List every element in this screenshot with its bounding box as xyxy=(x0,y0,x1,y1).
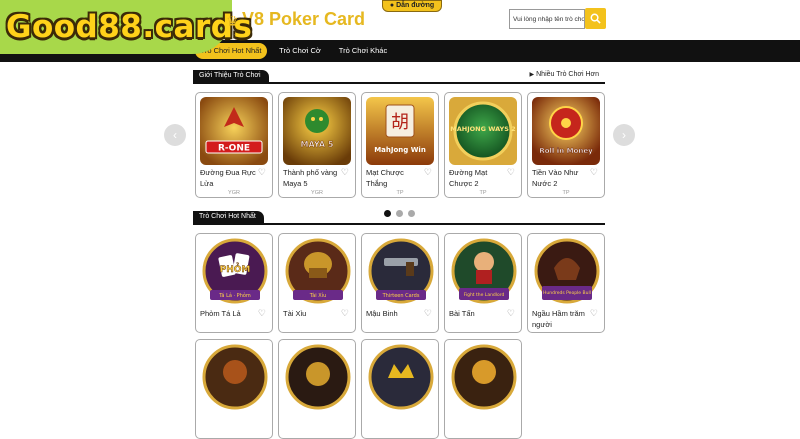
game-thumbnail: Thirteen Cards xyxy=(368,238,434,304)
more-games-label: Nhiều Trò Chơi Hơn xyxy=(536,71,599,78)
game-thumbnail: Hundreds People Bull xyxy=(534,238,600,304)
game-card[interactable] xyxy=(278,339,356,439)
tab-board-games[interactable]: Trò Chơi Cờ xyxy=(272,43,328,59)
game-card[interactable]: Roll in Money Tiền Vào Như Nước 2 ♡ TP xyxy=(527,92,605,198)
brand-logo-text: Good88.cards xyxy=(6,9,253,45)
thumbnail-art-text: Roll in Money xyxy=(539,147,593,155)
game-provider: YGR xyxy=(228,190,240,196)
game-thumbnail xyxy=(202,344,268,410)
game-thumbnail: Tài Xỉu xyxy=(285,238,351,304)
thumbnail-art-text: MahJong Win xyxy=(374,146,426,154)
heart-icon[interactable]: ♡ xyxy=(341,167,349,178)
heart-icon[interactable]: ♡ xyxy=(590,308,598,319)
game-thumbnail: R-ONE xyxy=(200,97,268,165)
game-card[interactable] xyxy=(361,339,439,439)
intro-section-title: Giới Thiệu Trò Chơi xyxy=(193,70,269,82)
ribbon-text: Thirteen Cards xyxy=(382,293,420,299)
site-header: Good88.cards ♛ V8 Poker Card ● Dẫn đường xyxy=(0,0,800,54)
game-card[interactable] xyxy=(195,339,273,439)
carousel-next-button[interactable]: › xyxy=(613,124,635,146)
game-thumbnail: PHỎM Tá Lả · Phỏm xyxy=(202,238,268,304)
game-thumbnail: Roll in Money xyxy=(532,97,600,165)
chevron-left-icon: ‹ xyxy=(173,128,177,142)
game-card[interactable]: Tài Xỉu Tài Xỉu ♡ xyxy=(278,233,356,333)
game-thumbnail: MAHJONG WAYS 2 xyxy=(449,97,517,165)
hot-section-header: Trò Chơi Hot Nhất xyxy=(193,211,605,225)
heart-icon[interactable]: ♡ xyxy=(424,167,432,178)
game-name: Đường Đua Rực Lửa xyxy=(200,168,256,188)
heart-icon[interactable]: ♡ xyxy=(341,308,349,319)
game-name: Bài Tấn xyxy=(449,309,475,318)
game-name: Thành phố vàng Maya 5 xyxy=(283,168,338,188)
game-name: Đường Mạt Chược 2 xyxy=(449,168,488,188)
thumbnail-art-text: MAYA 5 xyxy=(301,140,334,149)
game-provider: TP xyxy=(479,190,487,196)
game-thumbnail xyxy=(285,344,351,410)
ribbon-text: Tài Xỉu xyxy=(309,292,327,299)
game-card[interactable] xyxy=(444,339,522,439)
hot-section-title: Trò Chơi Hot Nhất xyxy=(193,211,264,223)
game-card[interactable]: Hundreds People Bull Ngầu Hầm trăm người… xyxy=(527,233,605,333)
game-thumbnail: MAYA 5 xyxy=(283,97,351,165)
game-thumbnail: 胡 MahJong Win xyxy=(366,97,434,165)
ribbon-text: Hundreds People Bull xyxy=(543,290,591,296)
game-card[interactable]: 胡 MahJong Win Mạt Chược Thắng ♡ TP xyxy=(361,92,439,198)
heart-icon[interactable]: ♡ xyxy=(424,308,432,319)
game-name: Tài Xỉu xyxy=(283,309,307,318)
chevron-right-icon: › xyxy=(622,128,626,142)
search-input[interactable] xyxy=(509,9,585,29)
heart-icon[interactable]: ♡ xyxy=(590,167,598,178)
directions-button[interactable]: ● Dẫn đường xyxy=(382,0,442,12)
game-card[interactable]: PHỎM Tá Lả · Phỏm Phỏm Tá Lả ♡ xyxy=(195,233,273,333)
heart-icon[interactable]: ♡ xyxy=(507,167,515,178)
heart-icon[interactable]: ♡ xyxy=(258,308,266,319)
carousel-prev-button[interactable]: ‹ xyxy=(164,124,186,146)
heart-icon[interactable]: ♡ xyxy=(258,167,266,178)
ribbon-text: Tá Lả · Phỏm xyxy=(218,292,251,299)
thumbnail-art-text: MAHJONG WAYS 2 xyxy=(450,125,515,133)
game-name: Tiền Vào Như Nước 2 xyxy=(532,168,579,188)
game-provider: TP xyxy=(562,190,570,196)
game-card[interactable]: MAYA 5 Thành phố vàng Maya 5 ♡ YGR xyxy=(278,92,356,198)
more-games-link[interactable]: ▶ Nhiều Trò Chơi Hơn xyxy=(530,71,600,78)
search-button[interactable] xyxy=(585,8,606,29)
game-thumbnail xyxy=(451,344,517,410)
game-card[interactable]: Fight the Landlord Bài Tấn ♡ xyxy=(444,233,522,333)
directions-label: Dẫn đường xyxy=(396,2,435,9)
game-provider: YGR xyxy=(311,190,323,196)
intro-section-header: Giới Thiệu Trò Chơi ▶ Nhiều Trò Chơi Hơn xyxy=(193,70,605,84)
ribbon-text: Fight the Landlord xyxy=(464,292,505,298)
tab-other-games[interactable]: Trò Chơi Khác xyxy=(333,43,393,59)
game-card[interactable]: MAHJONG WAYS 2 Đường Mạt Chược 2 ♡ TP xyxy=(444,92,522,198)
game-provider: TP xyxy=(396,190,404,196)
game-name: Mạt Chược Thắng xyxy=(366,168,404,188)
thumbnail-art-text: R-ONE xyxy=(218,144,250,154)
search-icon xyxy=(590,13,601,24)
game-name: Ngầu Hầm trăm người xyxy=(532,309,585,329)
heart-icon[interactable]: ♡ xyxy=(507,308,515,319)
location-pin-icon: ● xyxy=(389,2,395,9)
crown-icon: ♛ xyxy=(226,13,239,29)
game-name: Phỏm Tá Lả xyxy=(200,309,241,318)
game-card[interactable]: R-ONE Đường Đua Rực Lửa ♡ YGR xyxy=(195,92,273,198)
game-name: Mậu Binh xyxy=(366,309,398,318)
game-card[interactable]: Thirteen Cards Mậu Binh ♡ xyxy=(361,233,439,333)
svg-text:胡: 胡 xyxy=(391,112,409,133)
game-thumbnail: Fight the Landlord xyxy=(451,238,517,304)
brand-logo[interactable]: Good88.cards xyxy=(0,0,252,54)
triangle-right-icon: ▶ xyxy=(529,72,535,78)
page-title: V8 Poker Card xyxy=(242,9,366,29)
game-thumbnail xyxy=(368,344,434,410)
